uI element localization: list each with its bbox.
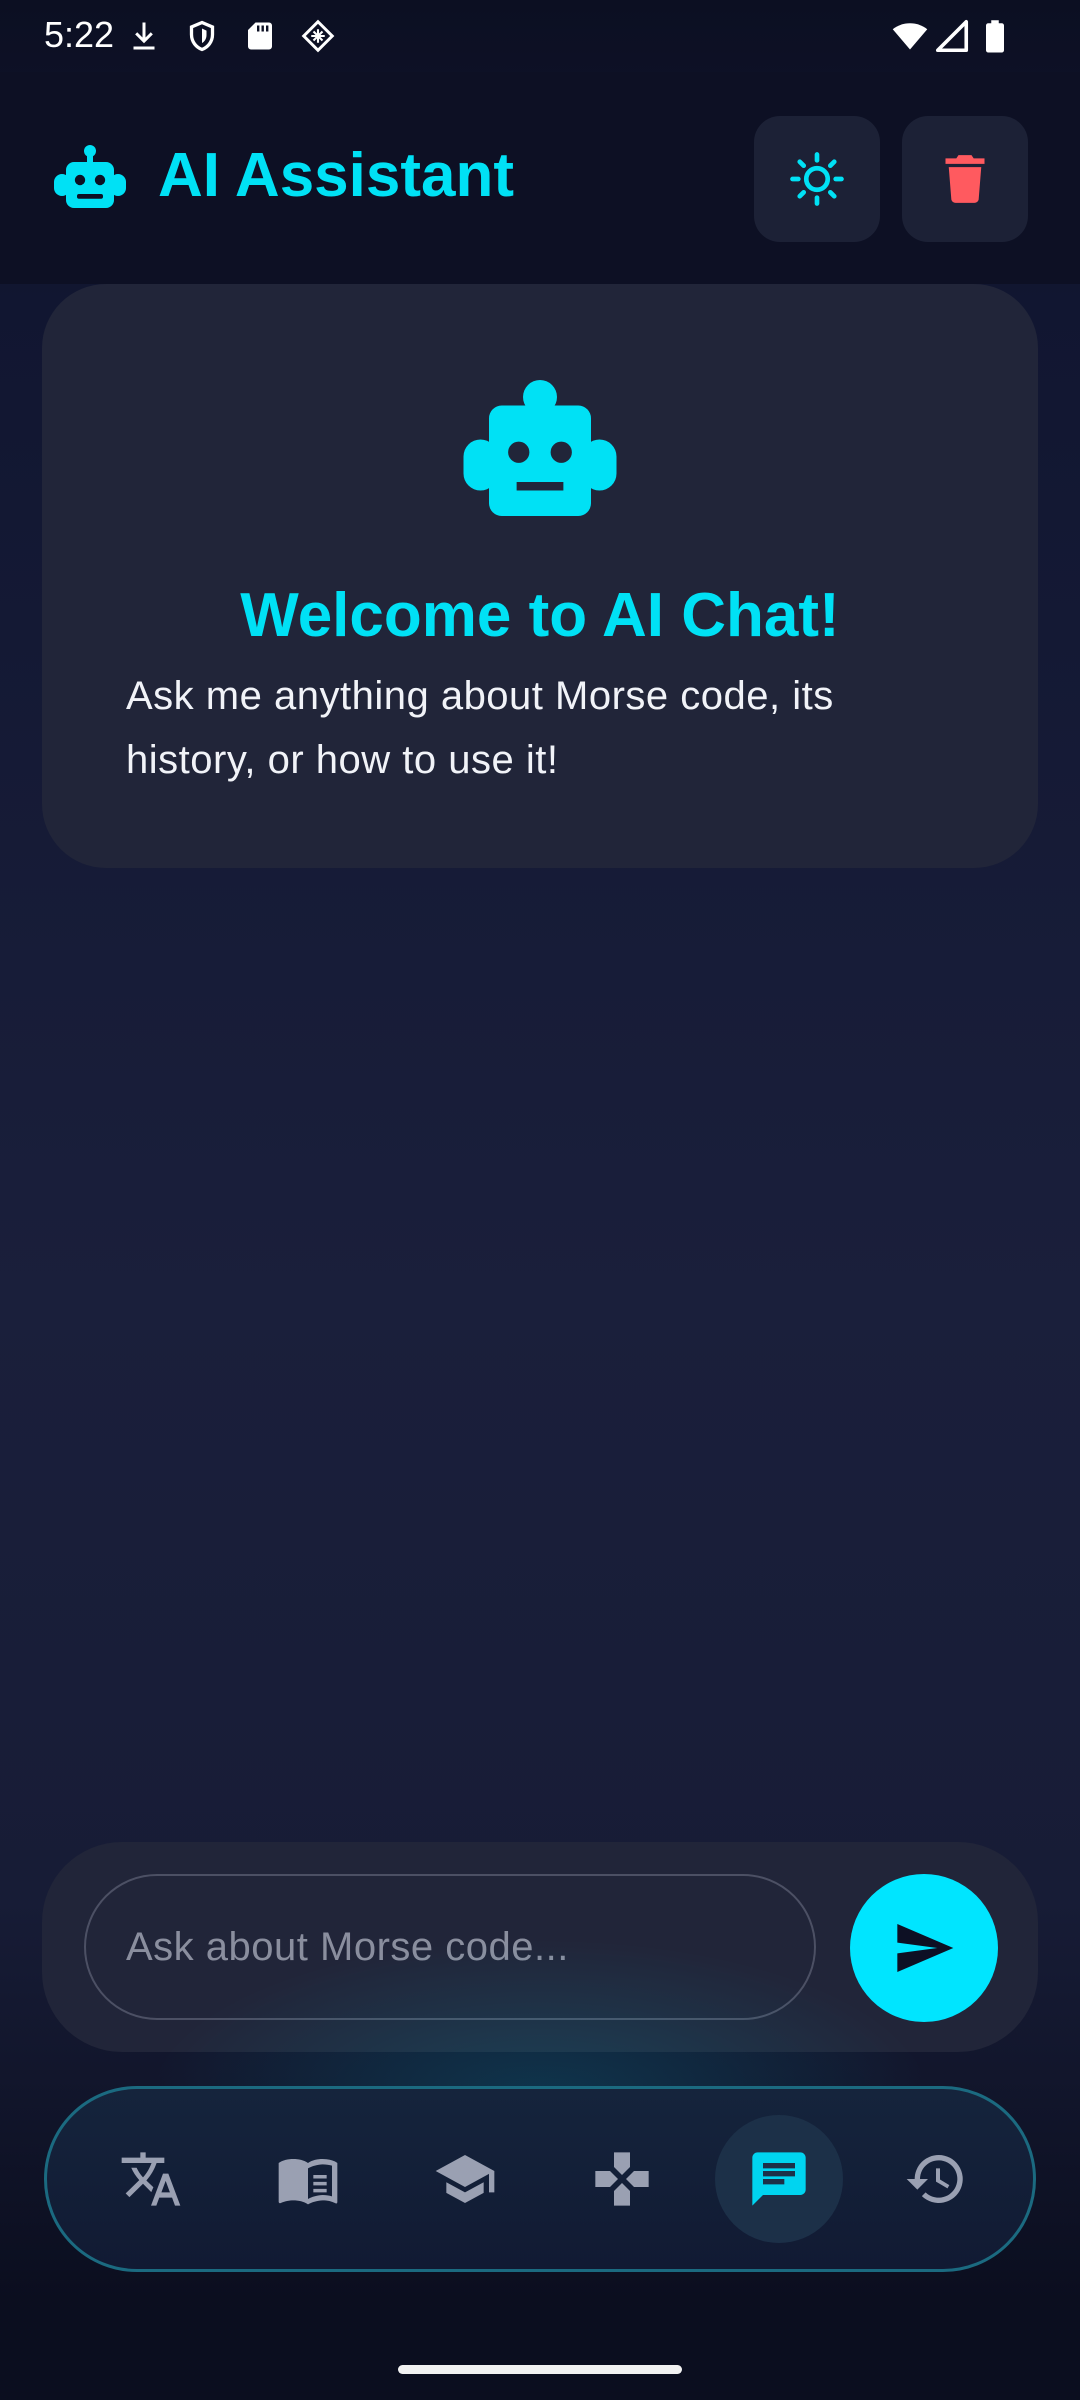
welcome-title: Welcome to AI Chat! <box>240 581 840 650</box>
nav-reference[interactable] <box>244 2115 372 2243</box>
theme-toggle-button[interactable] <box>754 116 880 242</box>
sun-icon <box>790 152 844 206</box>
book-icon <box>278 2159 338 2205</box>
translate-icon <box>121 2152 181 2206</box>
clear-chat-button[interactable] <box>902 116 1028 242</box>
shield-icon <box>189 20 215 52</box>
robot-icon <box>54 145 126 208</box>
chat-icon <box>752 2152 806 2206</box>
nav-games[interactable] <box>558 2115 686 2243</box>
trash-icon <box>945 155 985 203</box>
wifi-icon <box>892 23 928 50</box>
home-indicator[interactable] <box>398 2365 682 2374</box>
nav-history[interactable] <box>872 2115 1000 2243</box>
nav-translate[interactable] <box>87 2115 215 2243</box>
history-icon <box>906 2155 963 2203</box>
nav-learn[interactable] <box>401 2115 529 2243</box>
status-bar: 5:22 <box>0 0 1080 72</box>
battery-icon <box>986 20 1004 53</box>
app-bar: AI Assistant <box>0 72 1080 284</box>
welcome-message: Ask me anything about Morse code, its hi… <box>126 674 834 782</box>
robot-icon <box>463 380 617 516</box>
status-time: 5:22 <box>44 14 115 55</box>
diamond-grid-icon <box>301 19 335 53</box>
signal-icon <box>935 19 969 53</box>
download-icon <box>133 22 155 50</box>
bottom-navigation <box>44 2086 1036 2272</box>
graduation-cap-icon <box>435 2155 495 2203</box>
welcome-card: Welcome to AI Chat! Ask me anything abou… <box>42 284 1038 868</box>
gamepad-icon <box>595 2152 649 2206</box>
screen: 5:22 AI Assistant Welcome to AI Chat! As… <box>0 0 1080 2400</box>
app-title: AI Assistant <box>158 141 515 210</box>
sd-card-icon <box>248 22 272 50</box>
nav-chat[interactable] <box>715 2115 843 2243</box>
